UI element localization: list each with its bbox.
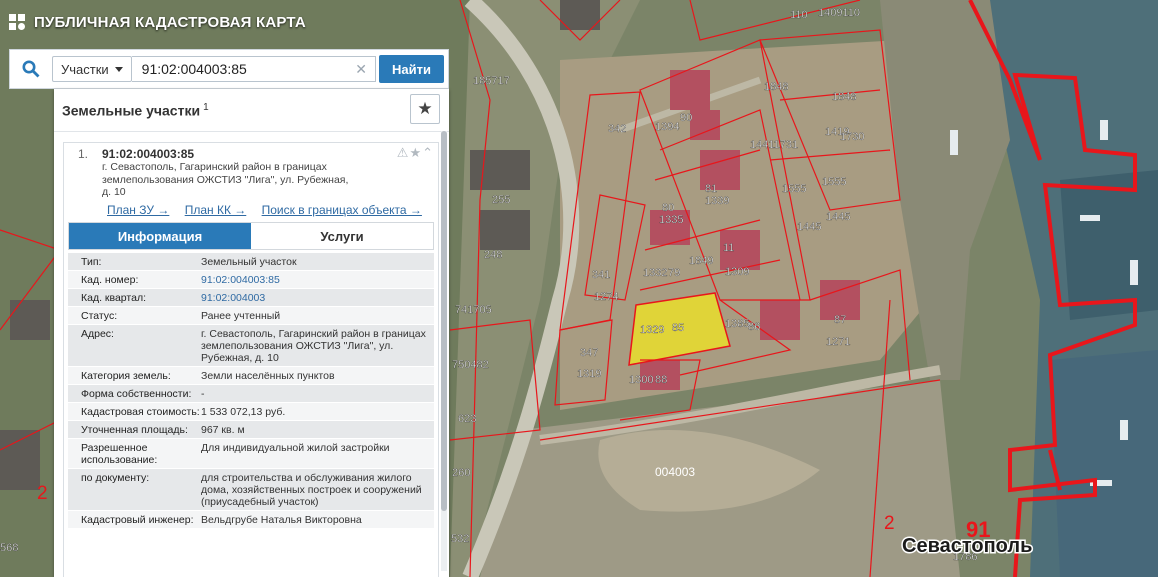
parcel-label: 255 xyxy=(492,194,510,206)
parcel-label: 88 xyxy=(655,374,667,386)
parcel-label: 1555 xyxy=(822,176,846,188)
parcel-label: 260 xyxy=(452,467,470,479)
parcel-label: 1409110 xyxy=(818,7,860,19)
panel-header: Земельные участки 1 ★ xyxy=(54,89,449,132)
parcel-label: 1319 xyxy=(577,368,601,380)
quarter-number: 2 xyxy=(884,513,895,534)
properties-table: Тип: Земельный участок Кад. номер: 91:02:0… xyxy=(68,253,434,529)
parcel-label: 90 xyxy=(680,112,692,124)
property-row: Разрешенное использование: Для индивидуал… xyxy=(68,439,434,469)
parcel-label: 750482 xyxy=(452,359,489,371)
property-row: Адрес: г. Севастополь, Гагаринский район … xyxy=(68,325,434,367)
parcel-label: 1730 xyxy=(840,131,864,143)
parcel-label: 1335 xyxy=(659,214,683,226)
favorite-button[interactable]: ★ xyxy=(410,94,440,124)
parcel-label: 87 xyxy=(834,314,846,326)
results-count: 1 xyxy=(203,101,209,113)
city-label: Севастополь xyxy=(902,535,1032,557)
cad-quarter-link[interactable]: 91:02:004003 xyxy=(201,292,433,304)
parcel-label: 1394 xyxy=(655,121,679,133)
quarter-number-left: 2 xyxy=(37,483,48,504)
result-number: 1. xyxy=(78,147,89,161)
parcel-label: 1271 xyxy=(826,336,850,348)
chevron-up-icon[interactable]: ⌃ xyxy=(422,145,434,160)
parcel-label: 1555 xyxy=(782,183,806,195)
pkk-logo-icon xyxy=(9,14,25,30)
search-bar: Участки 91:02:004003:85 ✕ Найти xyxy=(9,49,449,89)
parcel-label: 1329 xyxy=(640,324,664,336)
parcel-label: 1309 xyxy=(725,266,749,278)
parcel-label: 1445 xyxy=(797,221,821,233)
property-row: по документу: для строительства и обслужи… xyxy=(68,469,434,511)
parcel-label: 1332 xyxy=(643,267,667,279)
property-row: Категория земель: Земли населённых пункто… xyxy=(68,367,434,385)
parcel-label: 1848 xyxy=(764,81,788,93)
card-actions: ⚠★⌃ xyxy=(397,145,434,161)
search-input[interactable]: 91:02:004003:85 ✕ xyxy=(131,56,377,82)
parcel-label: 81 xyxy=(705,183,717,195)
parcel-label: 110 xyxy=(790,9,808,21)
parcel-label: 1339 xyxy=(705,195,729,207)
property-row: Статус: Ранее учтенный xyxy=(68,307,434,325)
parcel-label: 532 xyxy=(451,533,469,545)
parcel-label: 1445 xyxy=(826,211,850,223)
panel-scrollbar[interactable] xyxy=(441,131,447,571)
property-row: Кадастровый инженер: Вельдгрубе Наталья В… xyxy=(68,511,434,529)
clear-icon[interactable]: ✕ xyxy=(355,61,367,78)
parcel-label: 11 xyxy=(723,242,734,254)
chevron-down-icon xyxy=(114,66,123,72)
parcel-label: 79 xyxy=(668,267,680,279)
parcel-label: 623 xyxy=(458,413,476,425)
quarter-label: 004003 xyxy=(655,465,695,479)
parcel-label: 342 xyxy=(608,123,626,135)
search-within-link[interactable]: Поиск в границах объекта → xyxy=(262,203,422,217)
parcel-label: 85 xyxy=(672,322,684,334)
parcel-label: 185717 xyxy=(473,75,510,87)
star-icon[interactable]: ★ xyxy=(409,145,422,160)
scope-dropdown[interactable]: Участки xyxy=(52,56,132,82)
property-row: Тип: Земельный участок xyxy=(68,253,434,271)
scope-dropdown-label: Участки xyxy=(61,61,109,77)
parcel-label: 341 xyxy=(592,269,610,281)
parcel-label: 1274 xyxy=(594,291,618,303)
parcel-label: 347 xyxy=(580,347,598,359)
plan-zu-link[interactable]: План ЗУ → xyxy=(107,203,169,217)
search-icon[interactable] xyxy=(10,50,52,88)
parcel-label: 741705 xyxy=(455,304,492,316)
parcel-label: 1849 xyxy=(689,255,713,267)
property-row: Кад. номер: 91:02:004003:85 xyxy=(68,271,434,289)
parcel-label: 14411731 xyxy=(750,139,798,151)
parcel-label: 248 xyxy=(484,249,502,261)
parcel-label: 80 xyxy=(662,202,674,214)
parcel-label: 1300 xyxy=(629,374,653,386)
property-row: Кадастровая стоимость: 1 533 072,13 руб. xyxy=(68,403,434,421)
result-links: План ЗУ → План КК → Поиск в границах объ… xyxy=(107,203,434,217)
property-row: Форма собственности: - xyxy=(68,385,434,403)
app-title: ПУБЛИЧНАЯ КАДАСТРОВАЯ КАРТА xyxy=(8,9,306,35)
parcel-label: 1848 xyxy=(832,91,856,103)
app-title-text: ПУБЛИЧНАЯ КАДАСТРОВАЯ КАРТА xyxy=(34,13,306,31)
property-row: Уточненная площадь: 967 кв. м xyxy=(68,421,434,439)
scrollbar-thumb[interactable] xyxy=(441,131,447,511)
tab-info[interactable]: Информация xyxy=(69,223,251,249)
star-icon: ★ xyxy=(417,99,433,118)
results-panel: Земельные участки 1 ★ 1. 91:02:004003:85 … xyxy=(54,89,449,577)
panel-title: Земельные участки 1 xyxy=(62,101,209,119)
warning-icon[interactable]: ⚠ xyxy=(397,145,410,160)
plan-kk-link[interactable]: План КК → xyxy=(185,203,247,217)
result-cad-number[interactable]: 91:02:004003:85 xyxy=(102,147,194,161)
find-button[interactable]: Найти xyxy=(379,55,444,83)
cad-number-link[interactable]: 91:02:004003:85 xyxy=(201,274,433,286)
property-row: Кад. квартал: 91:02:004003 xyxy=(68,289,434,307)
result-address: г. Севастополь, Гагаринский район в гран… xyxy=(102,161,349,198)
parcel-label: 1385 xyxy=(725,318,749,330)
parcel-label: 568 xyxy=(0,542,18,554)
tab-services[interactable]: Услуги xyxy=(251,223,433,249)
search-input-value: 91:02:004003:85 xyxy=(141,61,247,77)
parcel-label: 86 xyxy=(748,321,760,333)
result-card: 1. 91:02:004003:85 г. Севастополь, Гагар… xyxy=(63,142,439,577)
result-tabs: Информация Услуги xyxy=(68,222,434,250)
